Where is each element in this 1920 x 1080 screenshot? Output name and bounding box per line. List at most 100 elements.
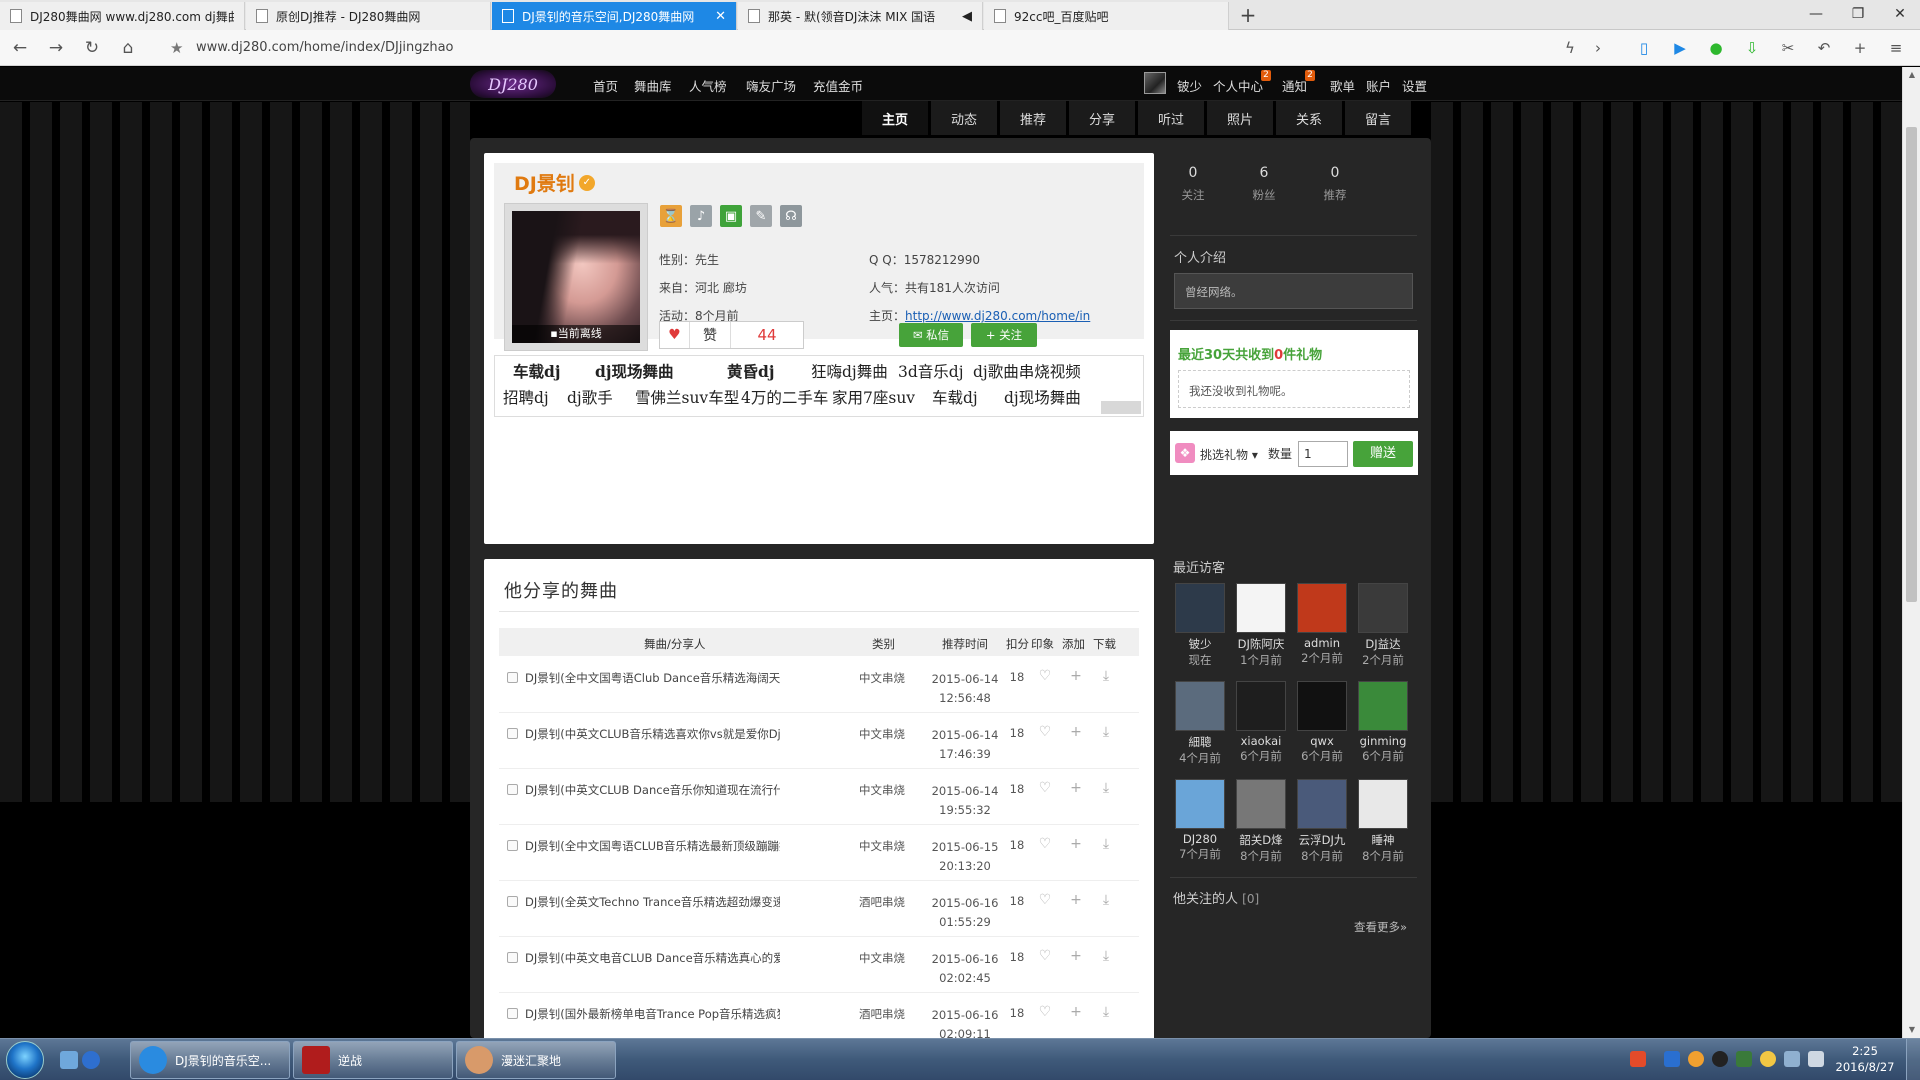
visitor-avatar[interactable] [1297,779,1347,829]
browser-tab[interactable]: 原创DJ推荐 - DJ280舞曲网 [246,2,491,30]
visitor-name[interactable]: qwx [1294,734,1350,748]
browser-tab[interactable]: 92cc吧_百度贴吧 [984,2,1229,30]
home-icon[interactable]: ⌂ [116,36,140,60]
song-title-link[interactable]: DJ景钊(中英文CLUB音乐精选喜欢你vs就是爱你Dj专辑... [525,726,780,742]
taskbar-item-game[interactable]: 逆战 [293,1041,453,1079]
tab-home[interactable]: 主页 [862,101,928,135]
add-icon[interactable]: + [1067,836,1085,852]
tab-messages[interactable]: 留言 [1345,101,1411,135]
visitor-name[interactable]: 云浮DJ九 [1294,832,1350,848]
taskbar-item-browser[interactable]: DJ景钊的音乐空... [130,1041,290,1079]
qq-icon[interactable] [1712,1051,1728,1067]
visitor-avatar[interactable] [1358,681,1408,731]
homepage-link[interactable]: http://www.dj280.com/home/in [905,309,1090,323]
add-icon[interactable]: + [1067,948,1085,964]
add-icon[interactable]: + [1067,1004,1085,1020]
show-desktop-icon[interactable] [60,1051,78,1069]
visitor-item[interactable]: 云浮DJ九 8个月前 [1294,779,1350,864]
heart-outline-icon[interactable]: ♡ [1036,1004,1054,1020]
visitor-item[interactable]: admin 2个月前 [1294,583,1350,666]
visitor-name[interactable]: DJ280 [1172,832,1228,846]
minimize-icon[interactable]: — [1796,0,1836,28]
view-more-link[interactable]: 查看更多» [1354,919,1407,935]
visitor-item[interactable]: 铍少 现在 [1172,583,1228,668]
volume-icon[interactable] [1784,1051,1800,1067]
sogou-icon[interactable] [1630,1051,1646,1067]
tab-share[interactable]: 分享 [1069,101,1135,135]
browser-tab-active[interactable]: DJ景钊的音乐空间,DJ280舞曲网 ✕ [492,2,737,30]
reload-icon[interactable]: ↻ [80,36,104,60]
visitor-item[interactable]: DJ陈阿庆 1个月前 [1233,583,1289,668]
visitor-name[interactable]: DJ益达 [1355,636,1411,652]
start-button[interactable] [6,1041,44,1079]
visitor-name[interactable]: admin [1294,636,1350,650]
stat-following[interactable]: 0 关注 [1173,165,1213,203]
hourglass-badge-icon[interactable]: ⌛ [660,205,682,227]
new-tab-button[interactable]: + [1235,2,1261,28]
undo-icon[interactable]: ↶ [1814,38,1834,58]
tag-link[interactable]: 车载dj [932,386,978,408]
download-icon[interactable]: ⤓ [1097,948,1115,964]
like-button[interactable]: 赞 [690,325,730,345]
tag-link[interactable]: 家用7座suv [832,386,915,408]
tab-photos[interactable]: 照片 [1207,101,1273,135]
close-window-icon[interactable]: ✕ [1880,0,1920,28]
tab-activity[interactable]: 动态 [931,101,997,135]
download-icon[interactable]: ⤓ [1097,724,1115,740]
download-icon[interactable]: ⤓ [1097,836,1115,852]
browser-tab[interactable]: 那英 - 默(领音DJ沫沫 MIX 国语 ◀ [738,2,983,30]
tag-link[interactable]: 车载dj [513,360,560,382]
screen-badge-icon[interactable]: ▣ [720,205,742,227]
visitor-avatar[interactable] [1175,583,1225,633]
song-title-link[interactable]: DJ景钊(全英文Techno Trance音乐精选超劲爆变速电音... [525,894,780,910]
download-icon[interactable]: ⤓ [1097,892,1115,908]
input-method-icon[interactable] [1664,1051,1680,1067]
download-icon[interactable]: ⤓ [1097,1004,1115,1020]
tag-link[interactable]: 3d音乐dj [898,360,964,382]
heart-outline-icon[interactable]: ♡ [1036,724,1054,740]
gift-select[interactable]: 挑选礼物 ▾ [1200,446,1258,463]
download-icon[interactable]: ⤓ [1097,668,1115,684]
speaker-icon[interactable]: ◀ [962,9,972,24]
heart-outline-icon[interactable]: ♡ [1036,892,1054,908]
add-icon[interactable]: + [1067,668,1085,684]
user-center-link[interactable]: 个人中心 2 [1213,70,1272,95]
security-icon[interactable] [1760,1051,1776,1067]
row-checkbox[interactable] [507,952,518,963]
visitor-avatar[interactable] [1358,779,1408,829]
add-icon[interactable]: + [1850,38,1870,58]
visitor-item[interactable]: 細聰 4个月前 [1172,681,1228,766]
row-checkbox[interactable] [507,840,518,851]
bookmark-star-icon[interactable]: ★ [170,39,183,57]
visitor-item[interactable]: DJ280 7个月前 [1172,779,1228,862]
heart-outline-icon[interactable]: ♡ [1036,836,1054,852]
visitor-item[interactable]: xiaokai 6个月前 [1233,681,1289,764]
scroll-down-icon[interactable]: ▼ [1903,1022,1920,1038]
visitor-avatar[interactable] [1358,583,1408,633]
visitor-item[interactable]: DJ益达 2个月前 [1355,583,1411,668]
display-icon[interactable] [1808,1051,1824,1067]
user-avatar[interactable] [1144,72,1166,94]
heart-outline-icon[interactable]: ♡ [1036,948,1054,964]
back-icon[interactable]: ← [8,36,32,60]
heart-outline-icon[interactable]: ♡ [1036,668,1054,684]
visitor-name[interactable]: 韶关D烽 [1233,832,1289,848]
song-title-link[interactable]: DJ景钊(中英文电音CLUB Dance音乐精选真心的爱过电... [525,950,780,966]
song-title-link[interactable]: DJ景钊(中英文CLUB Dance音乐你知道现在流行什么吗... [525,782,780,798]
ie-icon[interactable] [82,1051,100,1069]
visitor-item[interactable]: 睡神 8个月前 [1355,779,1411,864]
row-checkbox[interactable] [507,896,518,907]
url-field[interactable]: www.dj280.com/home/index/DJjingzhao [196,40,454,55]
taskbar-item-forum[interactable]: 漫迷汇聚地 [456,1041,616,1079]
song-title-link[interactable]: DJ景钊(国外最新榜单电音Trance Pop音乐精选疯狂的... [525,1006,780,1022]
guitar-badge-icon[interactable]: ♪ [690,205,712,227]
tab-recommend[interactable]: 推荐 [1000,101,1066,135]
download-icon[interactable]: ⤓ [1097,780,1115,796]
vertical-scrollbar[interactable]: ▲ ▼ [1902,67,1920,1038]
heart-outline-icon[interactable]: ♡ [1036,780,1054,796]
quantity-input[interactable]: 1 [1298,441,1348,467]
tag-link[interactable]: dj现场舞曲 [1004,386,1081,408]
profile-photo[interactable]: ▪当前离线 [504,203,648,351]
tag-link[interactable]: dj歌曲串烧视频 [973,360,1081,382]
add-icon[interactable]: + [1067,780,1085,796]
